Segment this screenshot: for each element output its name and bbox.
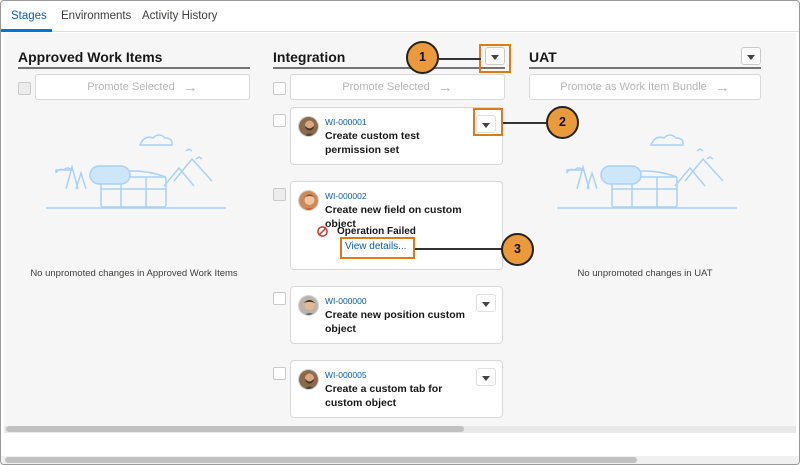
card-dropdown-button[interactable] (476, 368, 496, 386)
card-checkbox[interactable] (273, 367, 286, 380)
work-item-card[interactable]: WI-000001 Create custom test permission … (290, 107, 503, 165)
column-header: Approved Work Items (18, 47, 250, 69)
callout-badge: 1 (406, 41, 439, 74)
work-item-title: Create a custom tab for custom object (325, 383, 443, 409)
app-frame: Stages Environments Activity History App… (0, 0, 800, 465)
column-header: UAT (529, 47, 761, 69)
callout-line (415, 248, 502, 250)
empty-state-message: No unpromoted changes in UAT (577, 268, 713, 279)
work-item-id-link[interactable]: WI-000005 (325, 370, 367, 380)
arrow-right-icon: → (182, 78, 198, 96)
tab-stages[interactable]: Stages (11, 10, 47, 22)
active-tab-indicator (1, 29, 52, 32)
board-scrollbar-thumb[interactable] (6, 426, 464, 432)
highlight-column-dropdown (479, 44, 511, 73)
work-item-id-link[interactable]: WI-000002 (325, 191, 367, 201)
card-checkbox[interactable] (273, 292, 286, 305)
column-dropdown-button[interactable] (741, 47, 761, 65)
column-title: Integration (273, 49, 346, 65)
promote-button-label: Promote Selected (342, 81, 430, 93)
chevron-down-icon (482, 302, 490, 307)
promote-selected-button[interactable]: Promote Selected → (35, 74, 250, 100)
avatar (298, 190, 319, 211)
callout-badge: 3 (501, 233, 534, 266)
work-item-card[interactable]: WI-000005 Create a custom tab for custom… (290, 360, 503, 418)
promote-button-label: Promote as Work Item Bundle (560, 81, 707, 93)
work-item-title: Create new position custom object (325, 309, 466, 335)
board-horizontal-scrollbar[interactable] (4, 426, 796, 433)
page-horizontal-scrollbar[interactable] (1, 456, 799, 464)
promote-button-label: Promote Selected (87, 81, 175, 93)
avatar (298, 295, 319, 316)
work-item-id-link[interactable]: WI-000001 (325, 117, 367, 127)
tab-environments[interactable]: Environments (61, 10, 131, 22)
callout-line (439, 58, 481, 60)
callout-line (503, 122, 547, 124)
column-title: Approved Work Items (18, 49, 163, 65)
chevron-down-icon (747, 55, 755, 60)
select-all-checkbox[interactable] (18, 82, 31, 95)
tab-activity-history[interactable]: Activity History (142, 10, 217, 22)
highlight-view-details (340, 237, 415, 259)
avatar (298, 369, 319, 390)
column-integration: Integration Promote Selected → WI-000001… (273, 33, 505, 433)
avatar (298, 116, 319, 137)
select-all-checkbox[interactable] (273, 82, 286, 95)
column-uat: UAT Promote as Work Item Bundle → No unp… (529, 33, 761, 433)
stages-board: Approved Work Items Promote Selected → N… (4, 33, 796, 433)
error-prohibited-icon (317, 226, 328, 237)
promote-bundle-button[interactable]: Promote as Work Item Bundle → (529, 74, 761, 100)
empty-state-message: No unpromoted changes in Approved Work I… (30, 268, 238, 279)
operation-status-text: Operation Failed (337, 226, 416, 237)
card-dropdown-button[interactable] (476, 294, 496, 312)
chevron-down-icon (482, 376, 490, 381)
work-item-card[interactable]: WI-000000 Create new position custom obj… (290, 286, 503, 344)
highlight-card-dropdown (473, 108, 503, 136)
card-checkbox[interactable] (273, 114, 286, 127)
empty-state-illustration-icon (557, 134, 737, 209)
arrow-right-icon: → (437, 78, 453, 96)
empty-state-illustration-icon (46, 134, 226, 209)
page-scrollbar-thumb[interactable] (5, 457, 637, 463)
card-checkbox[interactable] (273, 188, 286, 201)
promote-selected-button[interactable]: Promote Selected → (290, 74, 505, 100)
arrow-right-icon: → (714, 78, 730, 96)
work-item-id-link[interactable]: WI-000000 (325, 296, 367, 306)
tab-bar: Stages Environments Activity History (1, 1, 799, 32)
column-title: UAT (529, 49, 557, 65)
callout-badge: 2 (546, 106, 579, 139)
work-item-title: Create custom test permission set (325, 130, 420, 156)
column-approved-work-items: Approved Work Items Promote Selected → N… (18, 33, 250, 433)
